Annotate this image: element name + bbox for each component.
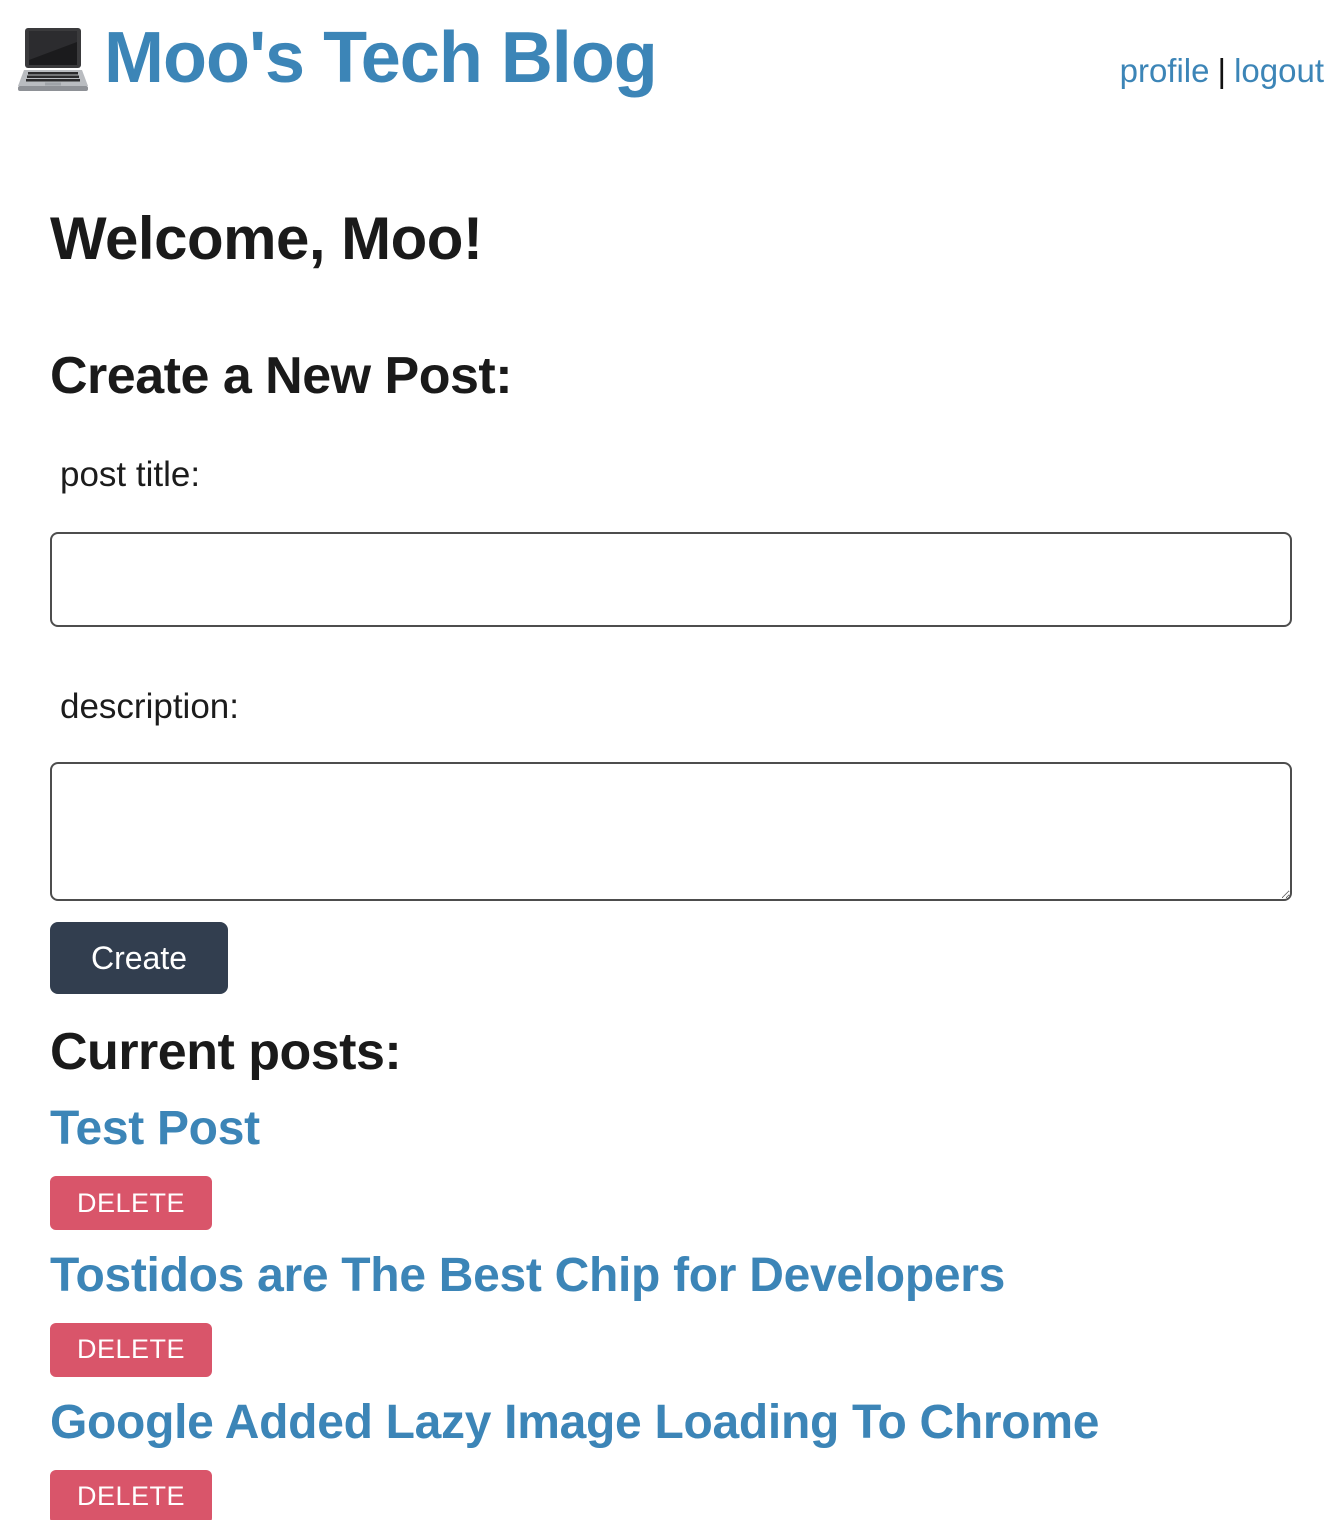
post-list: Test Post DELETE Tostidos are The Best C… — [50, 1103, 1292, 1520]
laptop-icon — [18, 28, 88, 91]
site-header: Moo's Tech Blog profile | logout — [0, 0, 1330, 130]
post-item: Google Added Lazy Image Loading To Chrom… — [50, 1396, 1292, 1520]
logout-link[interactable]: logout — [1234, 52, 1324, 89]
post-title-link[interactable]: Test Post — [50, 1103, 1292, 1156]
welcome-heading: Welcome, Moo! — [50, 205, 483, 272]
nav-separator: | — [1217, 52, 1227, 89]
post-title-input[interactable] — [50, 532, 1292, 628]
create-post-button[interactable]: Create — [50, 922, 228, 995]
profile-link[interactable]: profile — [1120, 52, 1210, 89]
current-posts-heading: Current posts: — [50, 1023, 402, 1082]
post-title-link[interactable]: Google Added Lazy Image Loading To Chrom… — [50, 1396, 1292, 1450]
post-item: Tostidos are The Best Chip for Developer… — [50, 1249, 1292, 1377]
site-title: Moo's Tech Blog — [104, 18, 658, 98]
delete-post-button[interactable]: DELETE — [50, 1176, 212, 1231]
description-textarea[interactable] — [50, 762, 1292, 902]
brand-home-link[interactable]: Moo's Tech Blog — [18, 18, 658, 98]
post-item: Test Post DELETE — [50, 1103, 1292, 1231]
post-title-label: post title: — [60, 455, 201, 495]
delete-post-button[interactable]: DELETE — [50, 1469, 212, 1520]
dashboard-main: Welcome, Moo! Create a New Post: post ti… — [50, 180, 1292, 1520]
new-post-form: post title: description: Create — [50, 455, 1292, 995]
description-label: description: — [60, 687, 239, 727]
post-title-link[interactable]: Tostidos are The Best Chip for Developer… — [50, 1249, 1292, 1303]
user-nav: profile | logout — [1120, 54, 1324, 87]
create-post-heading: Create a New Post: — [50, 347, 513, 405]
page: Moo's Tech Blog profile | logout Welcome, … — [0, 0, 1330, 1520]
delete-post-button[interactable]: DELETE — [50, 1322, 212, 1377]
